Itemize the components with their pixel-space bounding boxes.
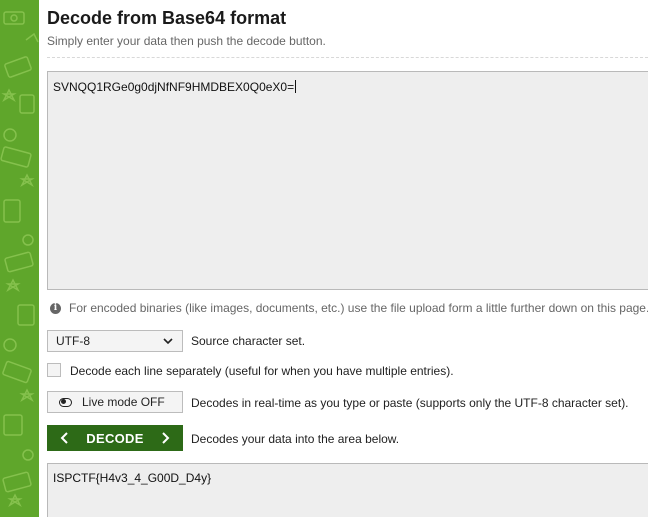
input-text: SVNQQ1RGe0g0djNfNF9HMDBEX0Q0eX0= <box>53 80 295 94</box>
decorative-sidebar-pattern <box>0 0 39 517</box>
decode-button-label: DECODE <box>86 430 144 446</box>
info-icon: i <box>50 302 61 314</box>
text-caret <box>295 80 297 93</box>
info-note: i For encoded binaries (like images, doc… <box>50 301 648 315</box>
charset-selected-value: UTF-8 <box>56 334 90 348</box>
live-mode-label: Live mode OFF <box>82 395 165 409</box>
chevron-left-icon <box>60 432 68 444</box>
divider <box>47 57 648 58</box>
source-charset-select[interactable]: UTF-8 <box>47 330 183 352</box>
info-text: For encoded binaries (like images, docum… <box>69 301 648 315</box>
page-subtitle: Simply enter your data then push the dec… <box>47 34 326 48</box>
chevron-down-icon <box>163 338 173 345</box>
live-mode-button[interactable]: Live mode OFF <box>47 391 183 413</box>
chevron-right-icon <box>162 432 170 444</box>
decode-each-line-label[interactable]: Decode each line separately (useful for … <box>70 364 454 378</box>
live-mode-description: Decodes in real-time as you type or past… <box>191 396 629 410</box>
decode-button[interactable]: DECODE <box>47 425 183 451</box>
decode-each-line-checkbox[interactable] <box>47 363 61 377</box>
page-title: Decode from Base64 format <box>47 8 287 28</box>
charset-label: Source character set. <box>191 334 306 348</box>
output-text: ISPCTF{H4v3_4_G00D_D4y} <box>53 471 212 485</box>
base64-input-textarea[interactable]: SVNQQ1RGe0g0djNfNF9HMDBEX0Q0eX0= <box>47 71 648 290</box>
decoded-output-textarea[interactable]: ISPCTF{H4v3_4_G00D_D4y} <box>47 463 648 517</box>
toggle-off-icon <box>59 397 72 407</box>
decode-description: Decodes your data into the area below. <box>191 432 400 446</box>
decoder-panel: Decode from Base64 format Simply enter y… <box>47 0 648 517</box>
